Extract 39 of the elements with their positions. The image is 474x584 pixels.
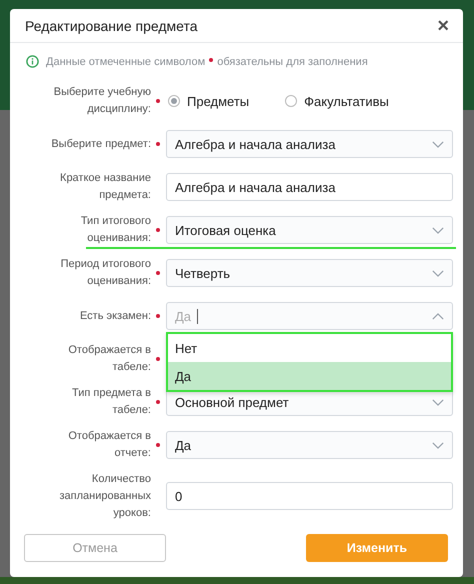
required-icon <box>156 99 160 103</box>
field-label: Период итогового оценивания: <box>60 257 151 289</box>
field-label: Тип предмета в табеле: <box>70 386 151 418</box>
field-label: Краткое название предмета: <box>59 171 151 203</box>
field-label: Выберите учебную дисциплину: <box>52 85 151 117</box>
field-label: Выберите предмет: <box>51 136 151 152</box>
dialog-title: Редактирование предмета <box>25 18 198 34</box>
input-field[interactable]: Алгебра и начала анализа <box>166 173 453 201</box>
select-field[interactable]: Алгебра и начала анализа <box>166 130 453 158</box>
required-icon <box>209 58 214 62</box>
close-button[interactable]: × <box>435 16 451 36</box>
required-icon <box>156 400 160 404</box>
chevron-down-icon <box>432 398 444 406</box>
field-label: Отображается в табеле: <box>67 343 151 375</box>
field-label: Отображается в отчете: <box>67 429 151 461</box>
required-icon <box>156 142 160 146</box>
radio-option[interactable]: Предметы <box>168 94 250 108</box>
select-field[interactable]: Да <box>166 431 453 459</box>
info-icon <box>26 55 39 68</box>
field-label: Тип итогового оценивания: <box>80 214 151 246</box>
dropdown-option[interactable]: Да <box>168 362 451 390</box>
chevron-up-icon <box>432 312 444 320</box>
required-icon <box>156 314 160 318</box>
input-field[interactable]: 0 <box>166 482 453 510</box>
radio-option[interactable]: Факультативы <box>285 94 389 108</box>
field-label: Количество запланированных уроков: <box>58 472 151 520</box>
chevron-down-icon <box>432 140 444 148</box>
chevron-down-icon <box>432 270 444 276</box>
required-icon <box>156 357 160 361</box>
chevron-down-icon <box>432 226 444 234</box>
dropdown-option[interactable]: Нет <box>168 334 451 362</box>
select-field[interactable]: Итоговая оценка <box>166 216 453 244</box>
required-icon <box>156 271 160 275</box>
required-icon <box>156 228 160 232</box>
required-note: Данные отмеченные символом обязательны для заполнения <box>46 56 368 68</box>
chevron-down-icon <box>432 442 444 448</box>
field-label: Есть экзамен: <box>80 308 151 324</box>
select-field[interactable]: Четверть <box>166 259 453 287</box>
required-icon <box>156 443 160 447</box>
